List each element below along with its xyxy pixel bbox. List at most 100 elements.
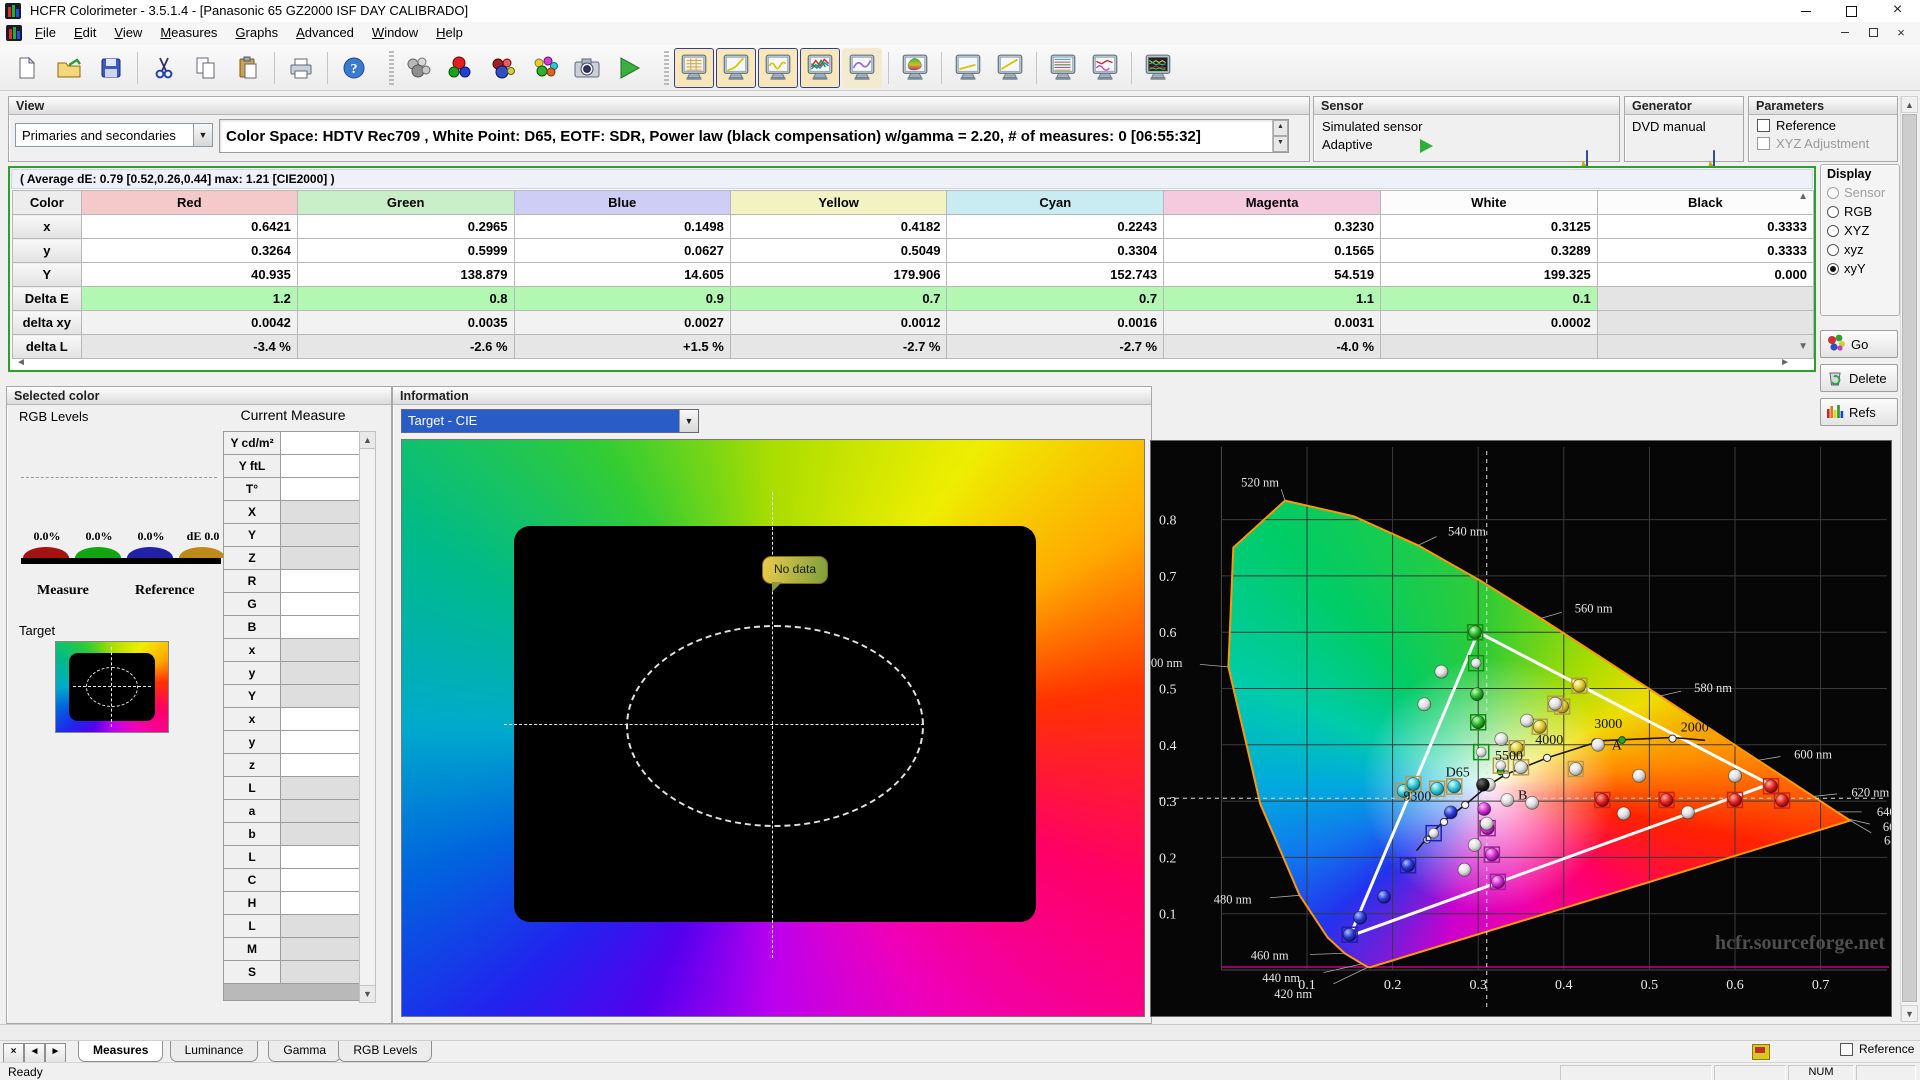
cm-row-value[interactable] — [281, 593, 368, 616]
table-scroll-down-icon[interactable]: ▼ — [1798, 342, 1808, 352]
cm-row-value[interactable] — [281, 616, 368, 639]
table-cell[interactable]: 0.3264 — [81, 239, 297, 263]
column-header-white[interactable]: White — [1381, 191, 1598, 215]
table-cell[interactable]: 0.0042 — [81, 311, 297, 335]
refs-button[interactable]: Refs — [1820, 398, 1898, 426]
table-cell[interactable]: 0.1498 — [514, 215, 730, 239]
table-cell[interactable]: 1.1 — [1164, 287, 1381, 311]
minimize-button[interactable] — [1783, 0, 1828, 22]
table-cell[interactable]: 0.6421 — [81, 215, 297, 239]
table-cell[interactable]: 0.1565 — [1164, 239, 1381, 263]
row-label[interactable]: delta xy — [13, 311, 82, 335]
table-cell[interactable]: 0.3289 — [1381, 239, 1598, 263]
table-cell[interactable]: 0.9 — [514, 287, 730, 311]
mdi-restore-button[interactable] — [1862, 25, 1884, 42]
tab-next-icon[interactable]: ► — [45, 1043, 66, 1063]
display-option-rgb[interactable]: RGB — [1827, 204, 1899, 219]
balls-multi-icon[interactable] — [525, 48, 565, 88]
table-cell[interactable]: 0.0627 — [514, 239, 730, 263]
save-icon[interactable] — [91, 48, 131, 88]
table-cell[interactable]: 179.906 — [730, 263, 947, 287]
table-cell[interactable] — [1597, 335, 1813, 359]
column-header-cyan[interactable]: Cyan — [947, 191, 1164, 215]
table-cell[interactable]: 0.3304 — [947, 239, 1164, 263]
information-view-dropdown[interactable]: Target - CIE ▼ — [401, 409, 699, 433]
table-cell[interactable] — [1597, 287, 1813, 311]
row-label[interactable]: x — [13, 215, 82, 239]
menu-graphs[interactable]: Graphs — [226, 22, 287, 43]
cm-row-value[interactable] — [281, 846, 368, 869]
row-label[interactable]: Y — [13, 263, 82, 287]
cm-row-value[interactable] — [281, 524, 368, 547]
horizontal-scroll-strip[interactable] — [0, 1024, 1920, 1041]
scroll-down-icon[interactable]: ▼ — [1901, 1005, 1918, 1022]
monitor-wave-icon[interactable] — [758, 48, 798, 88]
cm-row-value[interactable] — [281, 547, 368, 570]
table-cell[interactable]: 0.0027 — [514, 311, 730, 335]
table-cell[interactable]: 54.519 — [1164, 263, 1381, 287]
chevron-down-icon[interactable]: ▼ — [679, 410, 698, 432]
cm-row-value[interactable] — [281, 961, 368, 984]
table-scroll-up-icon[interactable]: ▲ — [1798, 192, 1808, 202]
tab-measures[interactable]: Measures — [78, 1041, 163, 1062]
delete-button[interactable]: Delete — [1820, 364, 1898, 392]
table-cell[interactable]: 0.5999 — [297, 239, 514, 263]
menu-advanced[interactable]: Advanced — [287, 22, 363, 43]
table-cell[interactable]: 0.7 — [730, 287, 947, 311]
radio-icon[interactable] — [1827, 206, 1839, 218]
column-header-yellow[interactable]: Yellow — [730, 191, 947, 215]
go-button[interactable]: Go — [1820, 330, 1898, 358]
menu-window[interactable]: Window — [363, 22, 427, 43]
paste-icon[interactable] — [228, 48, 268, 88]
column-header-color[interactable]: Color — [13, 191, 82, 215]
menu-edit[interactable]: Edit — [65, 22, 105, 43]
monitor-purple-icon[interactable] — [842, 48, 882, 88]
cm-scroll-up-icon[interactable]: ▲ — [360, 432, 375, 449]
scroll-up-icon[interactable]: ▲ — [1901, 96, 1918, 113]
view-preset-dropdown[interactable]: Primaries and secondaries ▼ — [15, 123, 213, 147]
table-cell[interactable]: 0.0035 — [297, 311, 514, 335]
menu-help[interactable]: Help — [427, 22, 472, 43]
monitor-gamma-icon[interactable] — [716, 48, 756, 88]
column-header-black[interactable]: Black — [1597, 191, 1813, 215]
reference-checkbox[interactable]: Reference — [1840, 1042, 1914, 1056]
print-icon[interactable] — [281, 48, 321, 88]
table-cell[interactable]: 0.3333 — [1597, 239, 1813, 263]
balls-rgb-icon[interactable] — [441, 48, 481, 88]
table-cell[interactable]: -4.0 % — [1164, 335, 1381, 359]
menu-measures[interactable]: Measures — [151, 22, 226, 43]
cm-row-value[interactable] — [281, 892, 368, 915]
table-cell[interactable]: 0.000 — [1597, 263, 1813, 287]
main-vertical-scrollbar[interactable]: ▲ ▼ — [1900, 96, 1918, 1022]
radio-icon[interactable] — [1827, 225, 1839, 237]
monitor-noise-icon[interactable] — [1138, 48, 1178, 88]
tab-close-button[interactable]: × — [3, 1043, 24, 1063]
monitor-table-icon[interactable] — [674, 48, 714, 88]
mdi-close-button[interactable]: × — [1890, 25, 1912, 42]
table-cell[interactable]: -2.7 % — [947, 335, 1164, 359]
table-cell[interactable]: 0.3125 — [1381, 215, 1598, 239]
generator-config-icon[interactable] — [1713, 150, 1715, 167]
display-option-xyy[interactable]: xyY — [1827, 261, 1899, 276]
column-header-red[interactable]: Red — [81, 191, 297, 215]
table-cell[interactable]: 0.4182 — [730, 215, 947, 239]
table-cell[interactable]: 1.2 — [81, 287, 297, 311]
table-cell[interactable]: 0.2243 — [947, 215, 1164, 239]
table-cell[interactable]: 0.7 — [947, 287, 1164, 311]
row-label[interactable]: delta L — [13, 335, 82, 359]
display-option-xyz[interactable]: xyz — [1827, 242, 1899, 257]
sensor-play-icon[interactable] — [1420, 139, 1433, 153]
row-label[interactable]: y — [13, 239, 82, 263]
table-cell[interactable]: 0.5049 — [730, 239, 947, 263]
cm-row-value[interactable] — [281, 685, 368, 708]
table-cell[interactable]: 0.3230 — [1164, 215, 1381, 239]
table-cell[interactable]: 0.0002 — [1381, 311, 1598, 335]
balls-mixed-icon[interactable] — [483, 48, 523, 88]
column-header-green[interactable]: Green — [297, 191, 514, 215]
cm-scroll-down-icon[interactable]: ▼ — [360, 985, 375, 1002]
table-cell[interactable]: 14.605 — [514, 263, 730, 287]
cm-row-value[interactable] — [281, 478, 368, 501]
camera-icon[interactable] — [567, 48, 607, 88]
table-cell[interactable]: -3.4 % — [81, 335, 297, 359]
monitor-cie-icon[interactable] — [895, 48, 935, 88]
